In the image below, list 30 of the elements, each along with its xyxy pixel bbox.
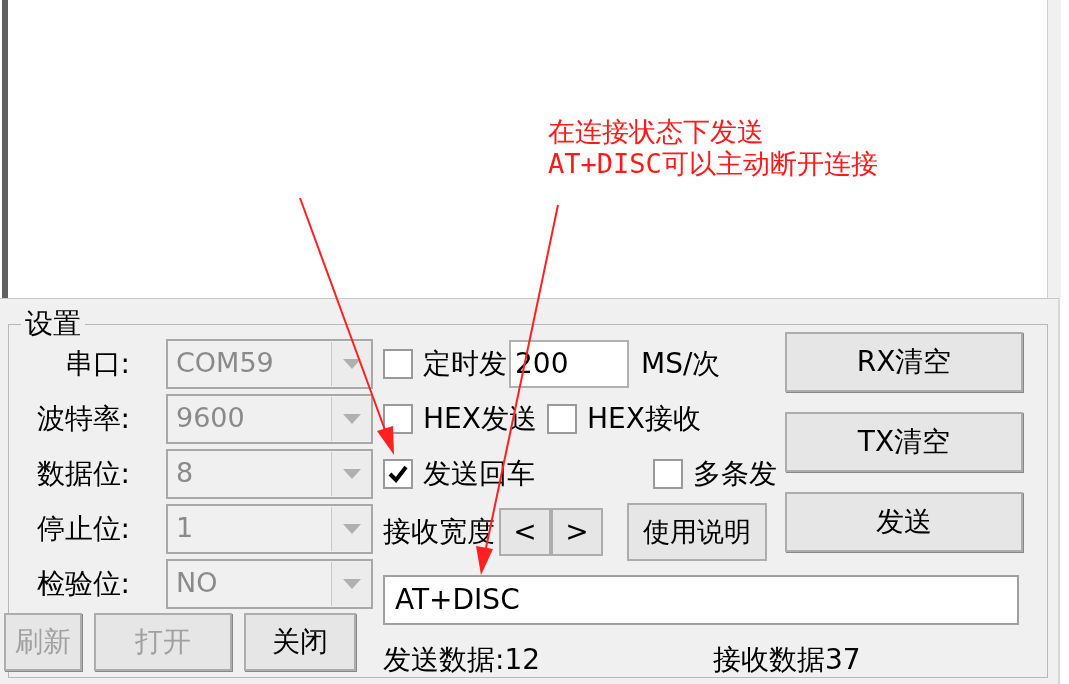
checkbox-label[interactable]: HEX接收 [586, 397, 701, 440]
checkbox[interactable] [383, 458, 413, 489]
checkbox[interactable] [653, 458, 683, 489]
checkbox-label[interactable]: 多条发 [693, 452, 777, 495]
caret-icon [342, 578, 361, 589]
button[interactable]: 关闭 [244, 613, 356, 671]
caret-icon [342, 468, 361, 479]
field-label: 停止位: [35, 510, 130, 547]
button[interactable]: 发送 [785, 492, 1023, 552]
annotation-text: AT+DISC可以主动断开连接 [548, 148, 878, 180]
unit-label: MS/次 [641, 345, 721, 382]
annotation-text: 在连接状态下发送 [548, 116, 765, 148]
send-input-field[interactable]: AT+DISC [383, 575, 1019, 625]
caret-icon [342, 523, 361, 534]
sent-count: 发送数据:12 [383, 642, 542, 678]
button[interactable]: < [499, 508, 551, 556]
caret-icon [342, 413, 361, 424]
field-label: 数据位: [35, 455, 130, 492]
button[interactable]: RX清空 [785, 332, 1023, 392]
field-label: 检验位: [35, 565, 130, 602]
checkbox-label[interactable]: 定时发 [423, 342, 507, 385]
help-button[interactable]: 使用说明 [627, 503, 767, 561]
field-label: 波特率: [35, 400, 130, 437]
group-title: 设置 [24, 308, 82, 340]
checkbox[interactable] [383, 348, 413, 379]
received-count: 接收数据37 [713, 642, 861, 678]
caret-icon [342, 358, 361, 369]
button[interactable]: > [551, 508, 603, 556]
field-label: 串口: [63, 345, 130, 382]
button[interactable]: TX清空 [785, 412, 1023, 472]
